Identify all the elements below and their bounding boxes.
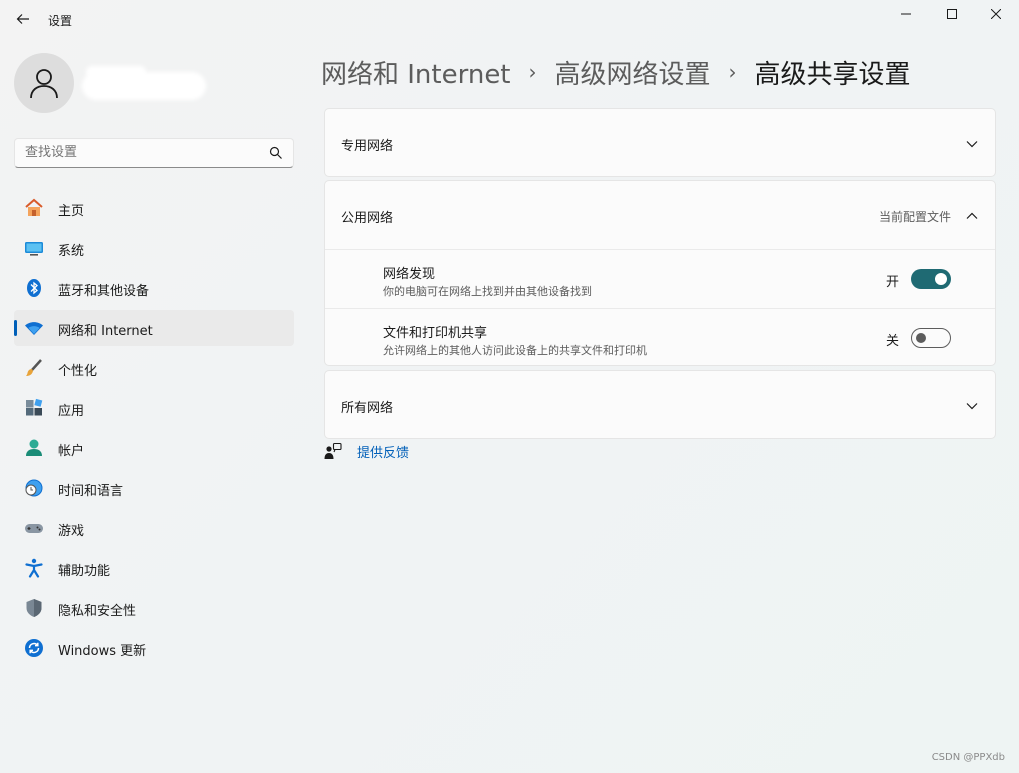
email-redacted: [82, 72, 206, 100]
brush-icon: [24, 358, 44, 378]
breadcrumb-network-internet[interactable]: 网络和 Internet: [321, 54, 511, 91]
maximize-icon: [947, 9, 957, 19]
gamepad-icon: [24, 518, 44, 538]
globe-clock-icon: [24, 478, 44, 498]
search-icon: [269, 146, 282, 159]
sidebar-item-personalization[interactable]: 个性化: [14, 350, 294, 386]
sidebar-item-home[interactable]: 主页: [14, 190, 294, 226]
sidebar-item-label: 时间和语言: [58, 484, 124, 499]
file-printer-sharing-title: 文件和打印机共享: [383, 326, 488, 341]
account-icon: [24, 438, 44, 458]
watermark: CSDN @PPXdb: [931, 752, 1005, 763]
sidebar-item-label: 游戏: [58, 524, 85, 539]
title-bar: 设置: [0, 0, 1019, 40]
breadcrumb-separator: ›: [528, 60, 537, 84]
public-network-header[interactable]: 公用网络 当前配置文件: [325, 181, 995, 249]
bluetooth-icon: [24, 278, 44, 298]
back-arrow-icon: [16, 14, 29, 24]
maximize-button[interactable]: [929, 0, 975, 28]
user-avatar[interactable]: [14, 53, 74, 113]
sidebar-item-label: Windows 更新: [58, 644, 147, 659]
minimize-button[interactable]: [883, 0, 929, 28]
sidebar-item-privacy[interactable]: 隐私和安全性: [14, 590, 294, 626]
sidebar-item-label: 个性化: [58, 364, 98, 379]
feedback-link-row[interactable]: 提供反馈: [324, 440, 409, 462]
toggle-knob: [935, 273, 947, 285]
sidebar-item-label: 系统: [58, 244, 85, 259]
sidebar-item-time-language[interactable]: 时间和语言: [14, 470, 294, 506]
accessibility-icon: [24, 558, 44, 578]
network-discovery-toggle[interactable]: [911, 269, 951, 289]
sidebar-item-network[interactable]: 网络和 Internet: [14, 310, 294, 346]
sidebar-nav: 主页 系统 蓝牙和其他设备 网络和 Internet 个性化 应用 帐户 时间和…: [14, 190, 294, 670]
shield-icon: [24, 598, 44, 618]
sidebar-item-gaming[interactable]: 游戏: [14, 510, 294, 546]
breadcrumb-advanced-network[interactable]: 高级网络设置: [555, 54, 711, 91]
home-icon: [24, 198, 44, 218]
sidebar-item-accessibility[interactable]: 辅助功能: [14, 550, 294, 586]
network-discovery-state: 开: [885, 275, 899, 290]
public-network-card: 公用网络 当前配置文件 网络发现 你的电脑可在网络上找到并由其他设备找到 开 文…: [324, 180, 996, 366]
feedback-link[interactable]: 提供反馈: [357, 442, 409, 461]
sidebar-item-label: 蓝牙和其他设备: [58, 284, 150, 299]
minimize-icon: [901, 13, 911, 15]
file-printer-sharing-row: 文件和打印机共享 允许网络上的其他人访问此设备上的共享文件和打印机 关: [325, 309, 995, 367]
back-button[interactable]: [12, 8, 34, 30]
all-networks-card[interactable]: 所有网络: [324, 370, 996, 439]
current-profile-label: 当前配置文件: [878, 210, 951, 224]
section-title-public: 公用网络: [341, 211, 394, 226]
page-title: 高级共享设置: [754, 59, 911, 90]
sidebar-item-apps[interactable]: 应用: [14, 390, 294, 426]
chevron-up-icon[interactable]: [965, 209, 979, 223]
close-icon: [991, 9, 1001, 19]
sidebar-item-accounts[interactable]: 帐户: [14, 430, 294, 466]
chevron-down-icon[interactable]: [965, 399, 979, 413]
private-network-card[interactable]: 专用网络: [324, 108, 996, 177]
sidebar-item-bluetooth[interactable]: 蓝牙和其他设备: [14, 270, 294, 306]
app-title: 设置: [48, 14, 73, 28]
network-discovery-desc: 你的电脑可在网络上找到并由其他设备找到: [383, 285, 592, 298]
file-printer-sharing-state: 关: [885, 334, 899, 349]
monitor-icon: [24, 238, 44, 258]
sidebar-item-windows-update[interactable]: Windows 更新: [14, 630, 294, 666]
sidebar-item-label: 网络和 Internet: [58, 324, 153, 339]
section-title-private: 专用网络: [341, 139, 394, 154]
close-button[interactable]: [973, 0, 1019, 28]
chevron-down-icon[interactable]: [965, 137, 979, 151]
search-input[interactable]: [25, 145, 255, 160]
update-icon: [24, 638, 44, 658]
file-printer-sharing-desc: 允许网络上的其他人访问此设备上的共享文件和打印机: [383, 344, 647, 357]
breadcrumb-separator: ›: [728, 60, 737, 84]
feedback-icon: [324, 442, 342, 459]
section-title-all: 所有网络: [341, 401, 394, 416]
apps-icon: [24, 398, 44, 418]
sidebar-item-label: 辅助功能: [58, 564, 111, 579]
network-discovery-row: 网络发现 你的电脑可在网络上找到并由其他设备找到 开: [325, 250, 995, 308]
breadcrumb: 网络和 Internet › 高级网络设置 › 高级共享设置: [321, 52, 911, 92]
sidebar-item-label: 应用: [58, 404, 85, 419]
toggle-knob: [916, 333, 926, 343]
sidebar-item-label: 帐户: [58, 444, 85, 459]
person-icon: [30, 69, 58, 99]
file-printer-sharing-toggle[interactable]: [911, 328, 951, 348]
sidebar-item-label: 隐私和安全性: [58, 604, 137, 619]
search-box[interactable]: [14, 138, 294, 168]
sidebar-item-label: 主页: [58, 204, 85, 219]
wifi-icon: [24, 318, 44, 338]
sidebar-item-system[interactable]: 系统: [14, 230, 294, 266]
network-discovery-title: 网络发现: [383, 267, 436, 282]
